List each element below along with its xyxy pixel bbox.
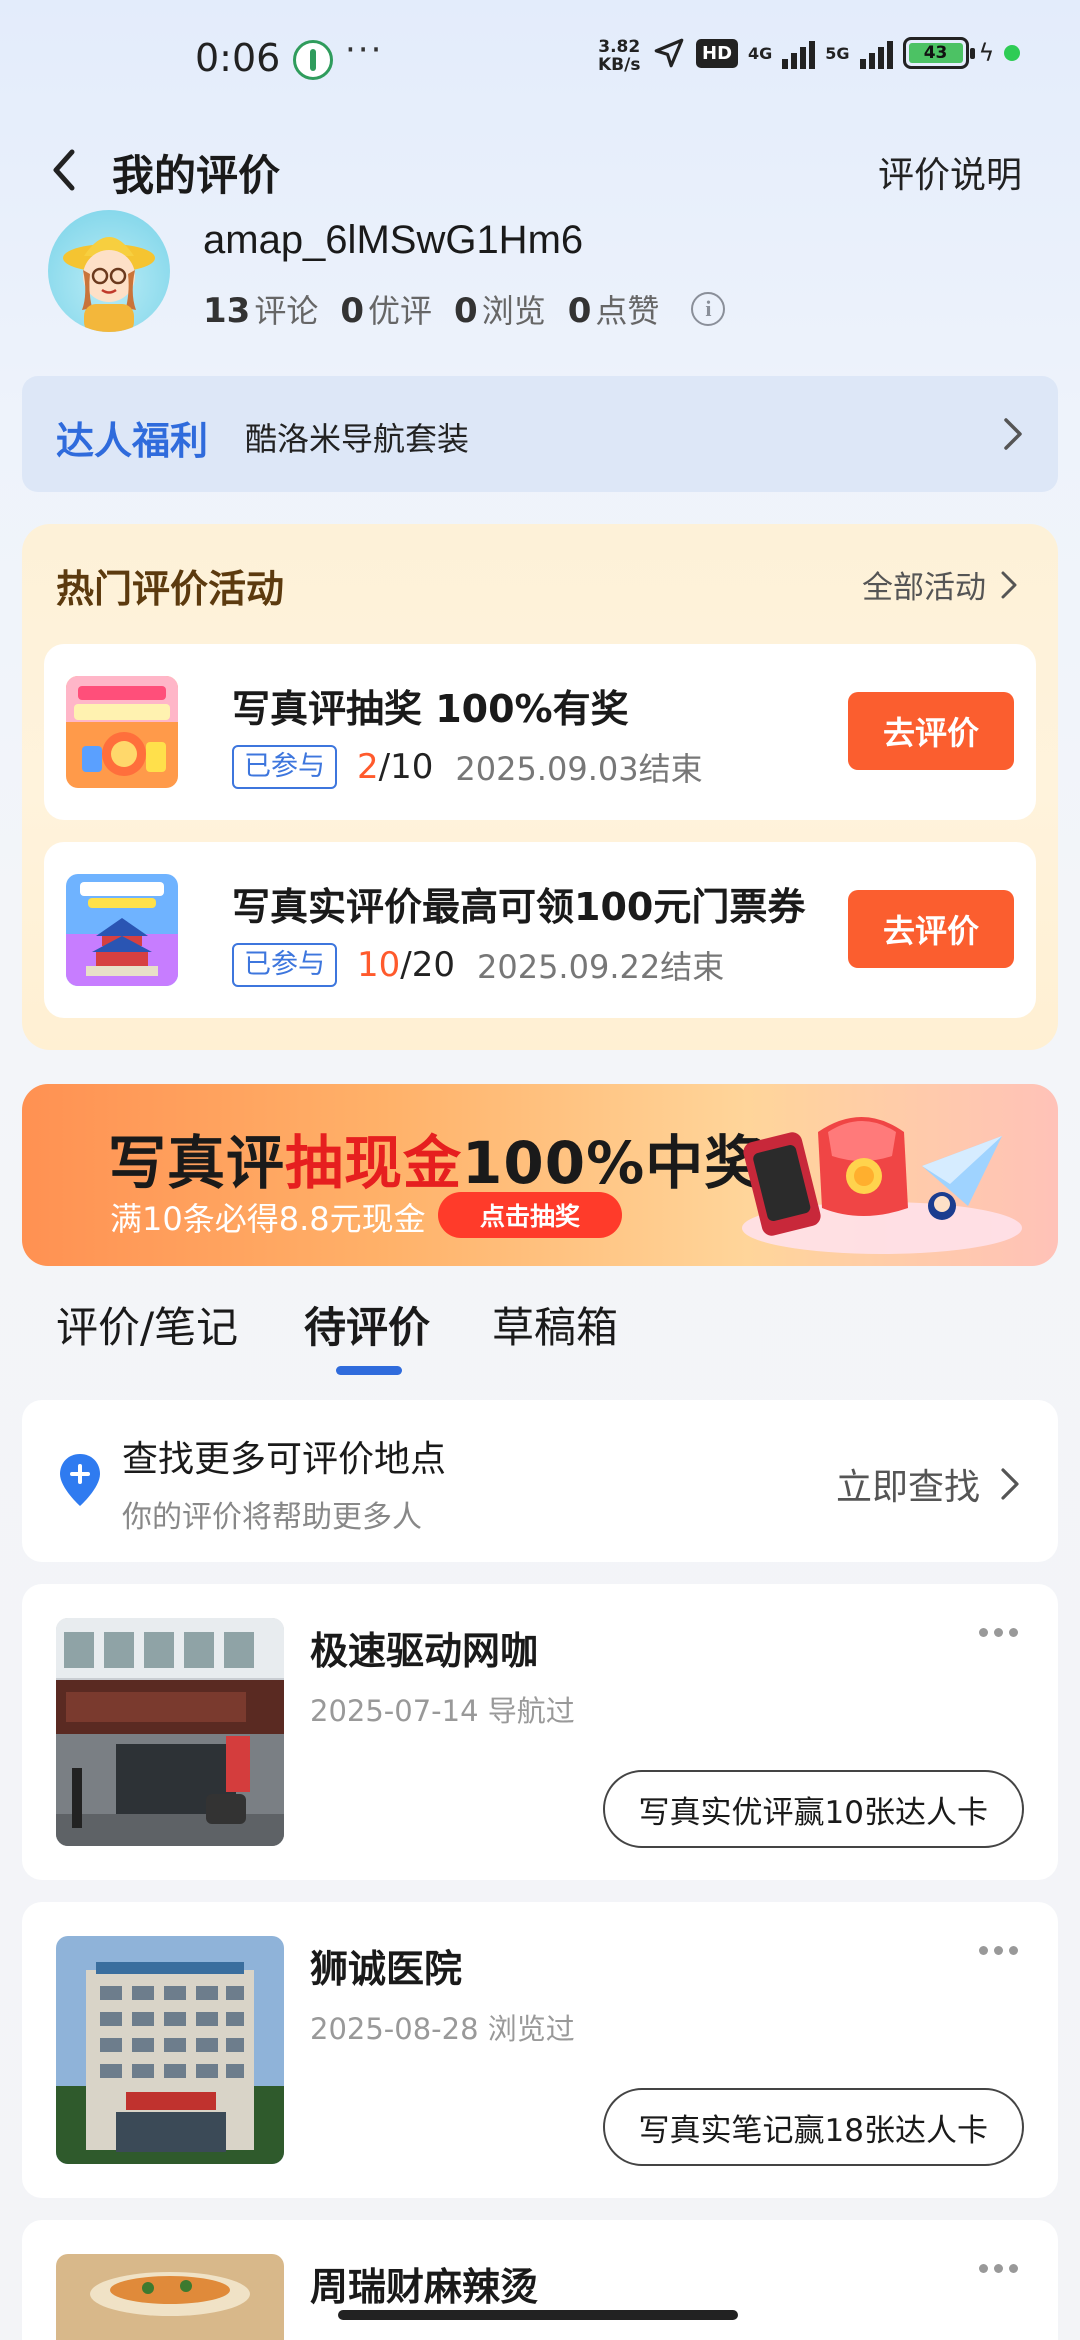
active-tab-indicator [336,1366,402,1375]
find-now-label: 立即查找 [835,1467,980,1508]
more-options-icon[interactable] [979,1628,1018,1637]
activity-meta: 已参与 10/20 2025.09.22结束 [232,942,724,988]
activity-meta: 已参与 2/10 2025.09.03结束 [232,744,703,790]
go-review-button[interactable]: 去评价 [848,692,1014,770]
place-visit-info: 2025-08-28 浏览过 [310,2012,575,2046]
activity-progress: 10/20 [357,945,455,985]
activity-card[interactable]: 写真实评价最高可领100元门票券 已参与 10/20 2025.09.22结束 … [44,842,1036,1018]
find-more-places-card[interactable]: 查找更多可评价地点 你的评价将帮助更多人 立即查找 [22,1400,1058,1562]
write-review-button[interactable]: 写真实优评赢10张达人卡 [602,1770,1024,1848]
activity-end-date: 2025.09.22结束 [476,948,725,986]
hd-icon: HD [696,38,739,68]
app-notification-icon [293,40,333,80]
more-options-icon[interactable] [979,1946,1018,1955]
cash-lottery-banner[interactable]: 写真评抽现金100%中奖 满10条必得8.8元现金 点击抽奖 [22,1084,1058,1266]
draw-button[interactable]: 点击抽奖 [438,1192,622,1238]
battery-icon: 43 [902,37,975,69]
activity-end-date: 2025.09.03结束 [455,750,703,788]
place-name: 狮诚医院 [310,1947,463,1991]
back-arrow-icon[interactable] [40,140,94,200]
tab-drafts[interactable]: 草稿箱 [492,1294,618,1355]
location-pin-plus-icon [60,1454,100,1506]
battery-level: 43 [908,43,963,63]
chevron-right-icon [1001,571,1017,598]
more-options-icon[interactable] [979,2264,1018,2273]
location-arrow-icon [654,38,684,68]
avatar-illustration [63,237,155,332]
signal-icon [782,37,816,69]
speed-unit: KB/s [598,55,641,75]
joined-badge: 已参与 [232,745,337,789]
banner-title: 写真评抽现金100%中奖 [108,1129,764,1197]
find-title: 查找更多可评价地点 [122,1439,447,1480]
go-review-button[interactable]: 去评价 [848,890,1014,968]
stat-likes: 0 点赞 [567,291,660,331]
activity-card[interactable]: 写真评抽奖 100%有奖 已参与 2/10 2025.09.03结束 去评价 [44,644,1036,820]
review-guide-link[interactable]: 评价说明 [878,146,1022,198]
place-photo [56,1618,284,1846]
all-activities-link[interactable]: 全部活动 [862,562,1018,607]
pending-place-card[interactable]: 周瑞财麻辣烫 [22,2220,1058,2340]
avatar[interactable] [48,210,170,332]
activity-name: 写真实评价最高可领100元门票券 [232,885,806,929]
benefit-desc: 酷洛米导航套装 [245,420,470,458]
username: amap_6lMSwG1Hm6 [203,218,584,262]
review-tabs: 评价/笔记 待评价 草稿箱 [0,1282,1080,1392]
activity-thumbnail [66,676,178,788]
profile-stats: 13 评论 0 优评 0 浏览 0 点赞 i [203,286,726,332]
activity-progress: 2/10 [357,747,434,787]
find-now-link[interactable]: 立即查找 [836,1458,1020,1510]
place-photo [56,2254,284,2340]
tab-pending-review[interactable]: 待评价 [304,1294,430,1355]
home-indicator[interactable] [338,2310,738,2320]
all-activities-label: 全部活动 [862,570,986,606]
place-photo [56,1936,284,2164]
speed-value: 3.82 [598,37,641,57]
pending-place-card[interactable]: 狮诚医院 2025-08-28 浏览过 写真实笔记赢18张达人卡 [22,1902,1058,2198]
status-bar: 0:06 ··· 3.82 KB/s HD 4G 5G 43 ϟ [0,0,1080,118]
stat-views: 0 浏览 [454,291,546,331]
find-subtitle: 你的评价将帮助更多人 [122,1500,422,1535]
status-time: 0:06 [195,36,281,80]
info-icon[interactable]: i [691,292,726,326]
expert-benefit-bar[interactable]: 达人福利 酷洛米导航套装 [22,376,1058,492]
charging-icon: ϟ [978,39,995,67]
stat-quality-reviews: 0 优评 [340,291,433,331]
activity-thumbnail [66,874,178,986]
activities-title: 热门评价活动 [56,567,285,611]
more-notifications-icon: ··· [345,30,384,70]
stat-comments: 13 评论 [203,291,319,331]
red-envelope-illustration [742,1117,1022,1254]
tab-reviews-notes[interactable]: 评价/笔记 [56,1294,238,1355]
pending-place-card[interactable]: 极速驱动网咖 2025-07-14 导航过 写真实优评赢10张达人卡 [22,1584,1058,1880]
privacy-dot-icon [1004,45,1021,61]
page-title: 我的评价 [112,151,281,200]
network-5g-label: 5G [825,43,850,63]
chevron-right-icon [1001,1468,1019,1500]
activity-name: 写真评抽奖 100%有奖 [232,687,629,731]
banner-subtitle: 满10条必得8.8元现金 [110,1200,426,1238]
app-header: 我的评价 评价说明 [0,118,1080,224]
write-notes-button[interactable]: 写真实笔记赢18张达人卡 [602,2088,1024,2166]
benefit-title: 达人福利 [56,419,209,463]
hot-review-activities: 热门评价活动 全部活动 写真评抽奖 100%有奖 已参与 2/10 2025.0… [22,524,1058,1050]
network-4g-label: 4G [748,43,773,63]
signal-icon-2 [859,37,893,69]
place-name: 周瑞财麻辣烫 [310,2265,539,2309]
place-visit-info: 2025-07-14 导航过 [310,1694,575,1728]
joined-badge: 已参与 [232,943,337,987]
place-name: 极速驱动网咖 [310,1629,539,1673]
status-icons: HD 4G 5G 43 ϟ [652,36,1021,70]
network-speed: 3.82 KB/s [598,38,640,74]
chevron-right-icon [1004,418,1022,450]
